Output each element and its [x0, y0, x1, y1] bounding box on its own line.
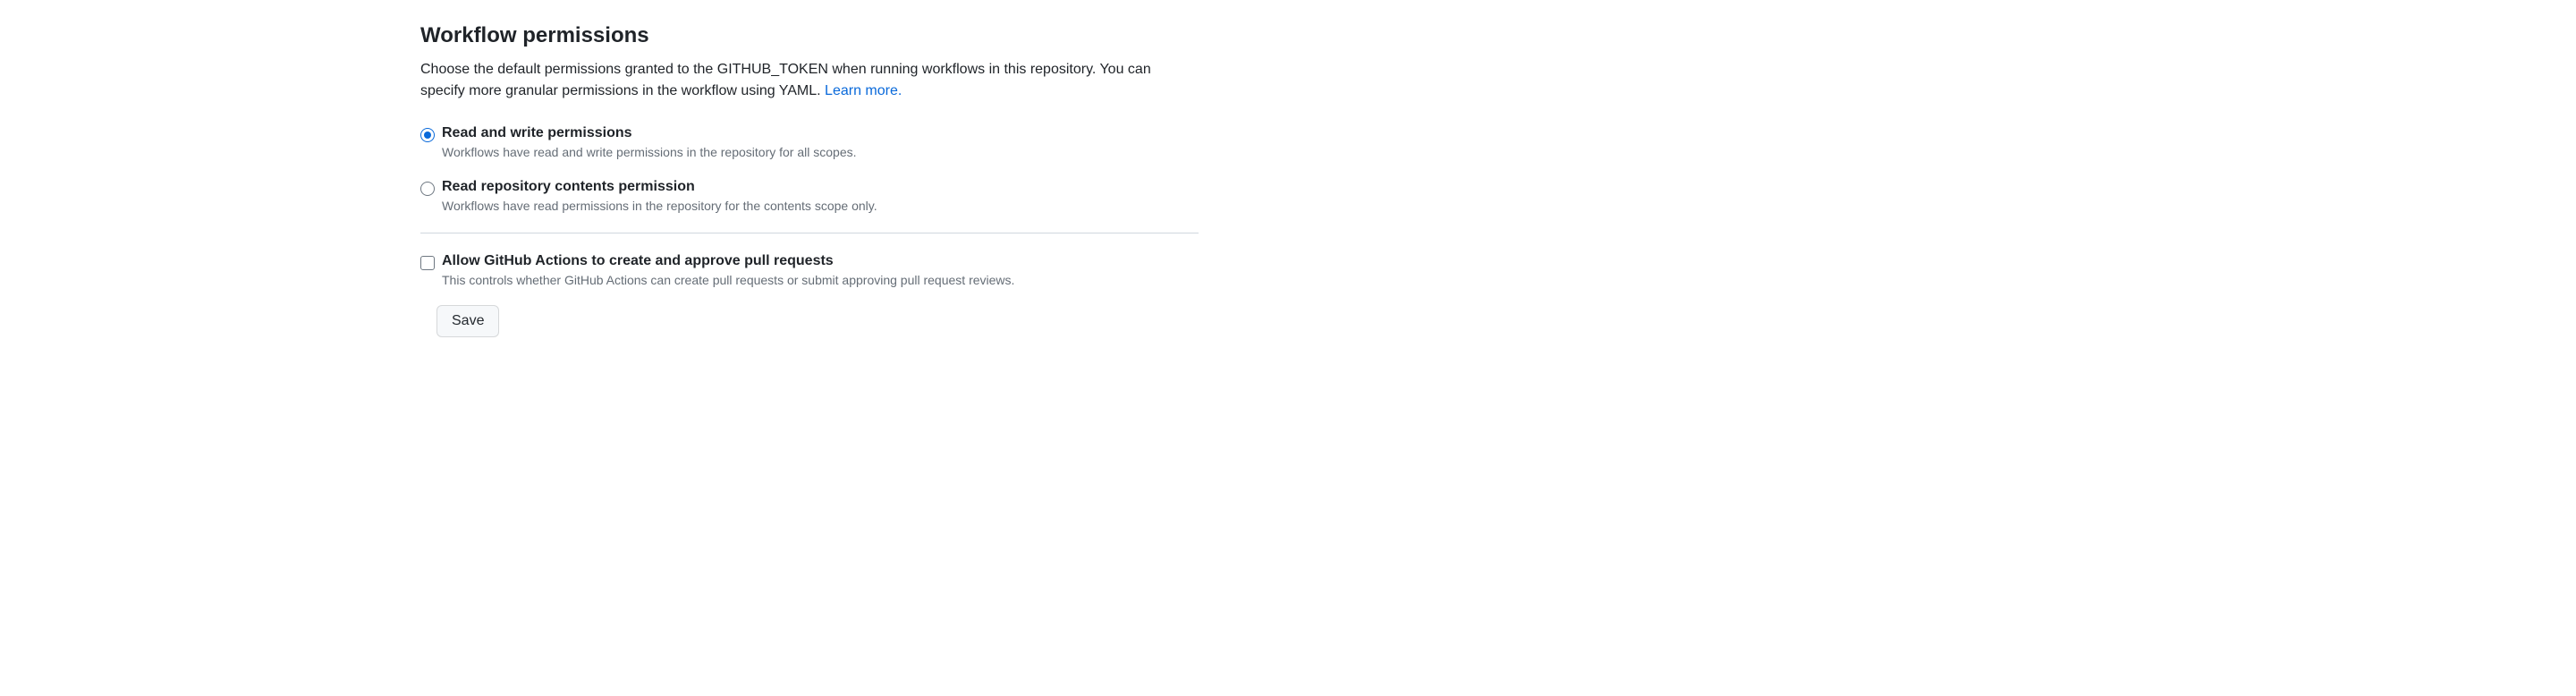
radio-label-read-contents[interactable]: Read repository contents permission — [442, 179, 695, 194]
permissions-radio-group: Read and write permissions Workflows hav… — [420, 125, 1199, 213]
radio-option-read-write: Read and write permissions Workflows hav… — [420, 125, 1199, 159]
radio-sub-read-contents: Workflows have read permissions in the r… — [442, 199, 1199, 213]
checkbox-pr-approve[interactable] — [420, 256, 435, 270]
option-content: Read and write permissions Workflows hav… — [442, 125, 1199, 159]
radio-read-write[interactable] — [420, 128, 435, 142]
section-description: Choose the default permissions granted t… — [420, 59, 1199, 102]
option-content: Read repository contents permission Work… — [442, 179, 1199, 213]
save-row: Save — [436, 305, 1199, 337]
radio-read-contents[interactable] — [420, 182, 435, 196]
description-text: Choose the default permissions granted t… — [420, 62, 1151, 98]
workflow-permissions-section: Workflow permissions Choose the default … — [420, 23, 1199, 337]
radio-label-read-write[interactable]: Read and write permissions — [442, 125, 632, 140]
learn-more-link[interactable]: Learn more. — [825, 83, 902, 98]
checkbox-label-pr-approve[interactable]: Allow GitHub Actions to create and appro… — [442, 253, 834, 268]
radio-option-read-contents: Read repository contents permission Work… — [420, 179, 1199, 213]
section-title: Workflow permissions — [420, 23, 1199, 48]
save-button[interactable]: Save — [436, 305, 499, 337]
radio-sub-read-write: Workflows have read and write permission… — [442, 145, 1199, 159]
checkbox-option-pr-approve: Allow GitHub Actions to create and appro… — [420, 253, 1199, 287]
checkbox-sub-pr-approve: This controls whether GitHub Actions can… — [442, 273, 1199, 287]
option-content: Allow GitHub Actions to create and appro… — [442, 253, 1199, 287]
